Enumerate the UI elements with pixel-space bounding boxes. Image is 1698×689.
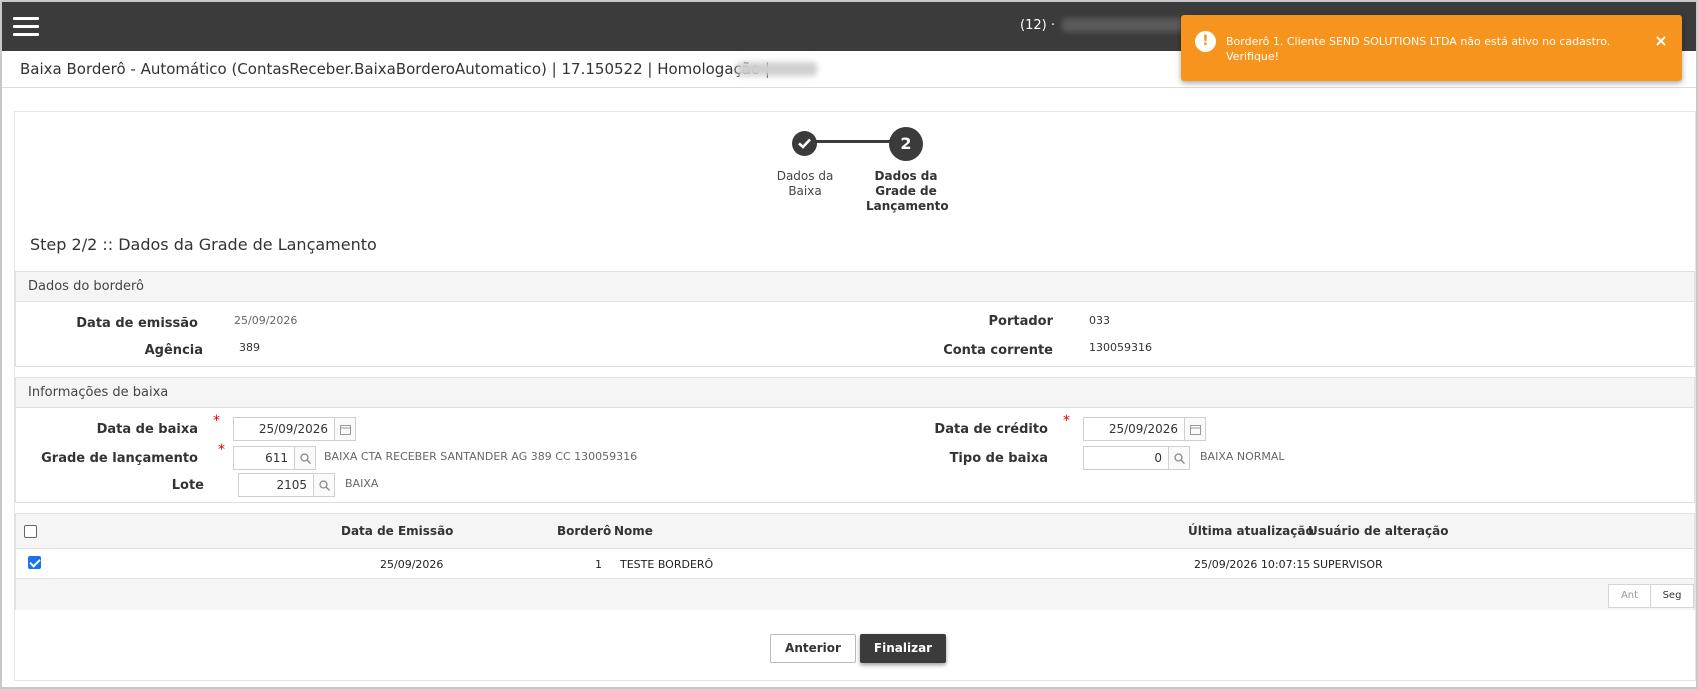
column-header[interactable]: Data de Emissão — [341, 524, 453, 538]
conta-label: Conta corrente — [943, 343, 1053, 358]
portador-value: 033 — [1089, 314, 1110, 327]
redacted-environment — [737, 62, 817, 76]
step-heading: Step 2/2 :: Dados da Grade de Lançamento — [30, 235, 377, 254]
close-icon[interactable]: × — [1651, 31, 1671, 51]
toast-message: Borderô 1. Cliente SEND SOLUTIONS LTDA n… — [1226, 35, 1611, 63]
finalizar-button[interactable]: Finalizar — [860, 634, 946, 663]
tipo-baixa-label: Tipo de baixa — [949, 451, 1048, 466]
step-2-circle[interactable]: 2 — [889, 127, 923, 161]
grade-label: Grade de lançamento — [41, 451, 198, 466]
row-checkbox[interactable] — [28, 556, 41, 569]
column-header[interactable]: Borderô — [557, 524, 611, 538]
conta-value: 130059316 — [1089, 341, 1152, 354]
grid-pager: Ant Seg — [16, 579, 1694, 610]
row-nome: TESTE BORDERÔ — [620, 558, 714, 571]
step-1-circle[interactable] — [792, 131, 817, 156]
calendar-button[interactable] — [1184, 417, 1206, 441]
required-mark: * — [1063, 413, 1070, 429]
column-header[interactable]: Nome — [614, 524, 653, 538]
alert-icon: ! — [1195, 31, 1216, 52]
agencia-value: 389 — [239, 341, 260, 354]
tipo-search-button[interactable] — [1168, 446, 1190, 470]
pager-next-button[interactable]: Seg — [1650, 584, 1694, 608]
page-title: Baixa Borderô - Automático (ContasRecebe… — [20, 60, 770, 78]
data-credito-input[interactable] — [1083, 417, 1185, 441]
grade-input[interactable] — [233, 446, 295, 470]
column-header[interactable]: Última atualização — [1188, 524, 1314, 538]
row-usuario: SUPERVISOR — [1313, 558, 1383, 571]
search-icon — [1174, 453, 1185, 464]
data-baixa-input[interactable] — [233, 417, 335, 441]
data-emissao-value: 25/09/2026 — [234, 314, 298, 327]
column-header[interactable]: Usuário de alteração — [1308, 524, 1448, 538]
search-icon — [300, 453, 311, 464]
baixa-section-title: Informações de baixa — [16, 378, 1694, 408]
required-mark: * — [213, 413, 220, 429]
lote-search-button[interactable] — [313, 473, 335, 497]
row-ultima-atualizacao: 25/09/2026 10:07:15 — [1194, 558, 1311, 571]
bordero-grid: Data de Emissão Borderô Nome Última atua… — [15, 513, 1695, 610]
required-mark: * — [218, 442, 225, 458]
row-data-emissao: 25/09/2026 — [380, 558, 444, 571]
lote-input[interactable] — [238, 473, 314, 497]
tipo-baixa-input[interactable] — [1083, 446, 1169, 470]
data-credito-label: Data de crédito — [934, 422, 1048, 437]
row-bordero: 1 — [595, 558, 602, 571]
agencia-label: Agência — [144, 343, 203, 358]
tipo-baixa-description: BAIXA NORMAL — [1200, 450, 1285, 463]
anterior-button[interactable]: Anterior — [770, 634, 856, 663]
lote-label: Lote — [171, 478, 204, 493]
warning-toast: ! Borderô 1. Cliente SEND SOLUTIONS LTDA… — [1181, 15, 1682, 81]
data-baixa-label: Data de baixa — [96, 422, 198, 437]
search-icon — [319, 480, 330, 491]
grade-search-button[interactable] — [294, 446, 316, 470]
table-row[interactable]: 25/09/2026 1 TESTE BORDERÔ 25/09/2026 10… — [16, 549, 1694, 579]
portador-label: Portador — [988, 314, 1053, 329]
step-2-label: Dados da Grade de Lançamento — [866, 169, 949, 213]
redacted-user-info — [1062, 18, 1192, 32]
grade-description: BAIXA CTA RECEBER SANTANDER AG 389 CC 13… — [324, 450, 638, 463]
notification-counter[interactable]: (12) · — [1020, 18, 1055, 33]
calendar-icon — [1190, 425, 1201, 435]
step-1-label: Dados da Baixa — [776, 169, 834, 198]
calendar-button[interactable] — [334, 417, 356, 441]
check-icon — [798, 138, 811, 149]
calendar-icon — [340, 425, 351, 435]
bordero-section-title: Dados do borderô — [16, 272, 1694, 302]
pager-prev-button[interactable]: Ant — [1608, 584, 1651, 608]
data-emissao-label: Data de emissão — [76, 316, 198, 331]
grid-header: Data de Emissão Borderô Nome Última atua… — [16, 514, 1694, 549]
menu-icon[interactable] — [13, 17, 39, 37]
select-all-checkbox[interactable] — [24, 525, 37, 538]
lote-description: BAIXA — [345, 477, 379, 490]
